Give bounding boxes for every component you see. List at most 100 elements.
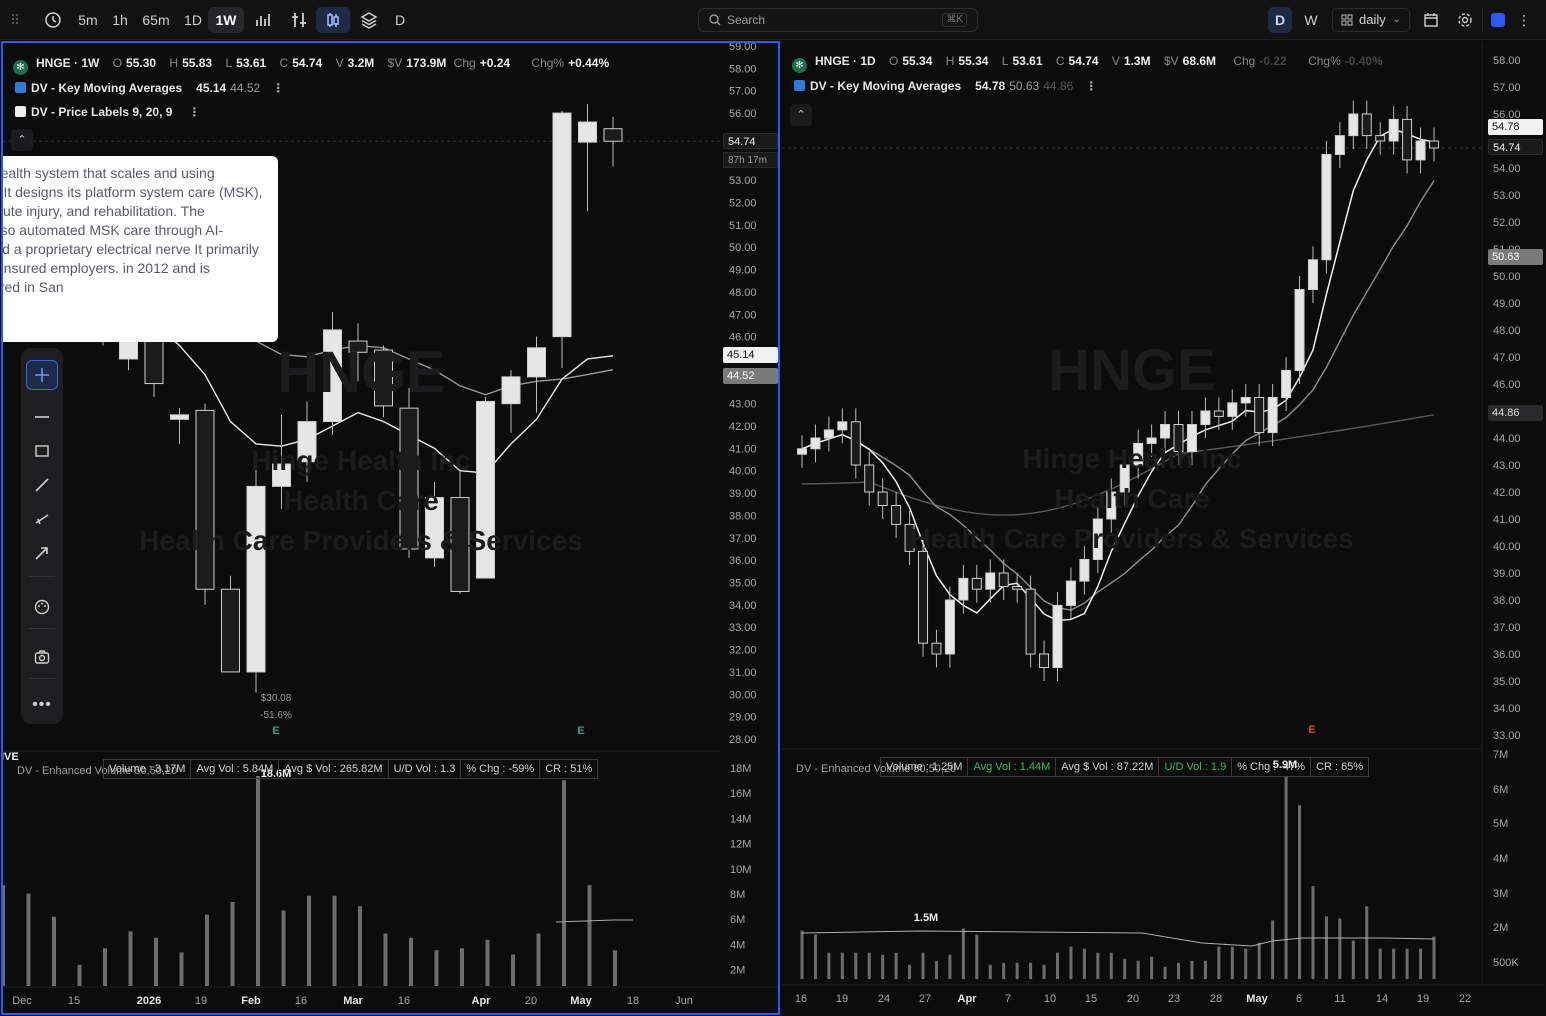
collapse-legend-icon[interactable]: ⌃ xyxy=(11,129,33,151)
volume-bar xyxy=(52,916,56,986)
interval-1h[interactable]: 1h xyxy=(106,7,134,33)
date-axis-label: Dec xyxy=(12,995,32,1007)
period-w-button[interactable]: W xyxy=(1300,7,1322,33)
price-axis-label: 29.00 xyxy=(729,712,757,724)
volume-bar xyxy=(961,928,965,979)
volume-bar xyxy=(613,950,617,986)
price-axis-label: 36.00 xyxy=(1493,649,1521,661)
avg-volume-line xyxy=(555,919,633,923)
company-description-text: building a health system that scales and… xyxy=(3,165,263,295)
company-description-popup: building a health system that scales and… xyxy=(3,156,278,342)
compare-icon[interactable] xyxy=(286,7,312,33)
gear-icon[interactable] xyxy=(1454,7,1476,33)
interval-65m[interactable]: 65m xyxy=(138,7,174,33)
interval-1d[interactable]: 1D xyxy=(178,7,208,33)
price-axis-label: 34.00 xyxy=(1493,703,1521,715)
more-menu-icon[interactable]: ⋮ xyxy=(1514,7,1534,33)
volume-axis-label: 7M xyxy=(1493,749,1508,761)
price-axis-label: 34.00 xyxy=(729,600,757,612)
earnings-marker: E xyxy=(577,725,584,737)
volume-bar xyxy=(1217,946,1221,979)
bar-chart-icon[interactable] xyxy=(250,7,276,33)
palette-icon[interactable] xyxy=(26,592,58,622)
volume-bar xyxy=(1284,777,1288,979)
volume-bar xyxy=(894,952,898,979)
earnings-marker: E xyxy=(272,725,279,737)
clock-icon[interactable] xyxy=(40,7,66,33)
indicator-menu-icon[interactable]: ⋮ xyxy=(272,81,284,95)
symbol-d-button[interactable]: D xyxy=(390,7,410,33)
camera-icon[interactable] xyxy=(26,642,58,672)
date-axis-label: 20 xyxy=(1127,993,1139,1005)
rectangle-tool-icon[interactable] xyxy=(26,436,58,466)
color-swatch-icon[interactable] xyxy=(1488,7,1508,33)
horizontal-line-tool-icon[interactable] xyxy=(26,402,58,432)
company-logo-icon: ✻ xyxy=(792,58,807,73)
candle-body xyxy=(552,112,572,338)
layers-icon[interactable] xyxy=(356,7,382,33)
arrow-tool-icon[interactable] xyxy=(26,538,58,568)
volume-axis-label: 4M xyxy=(1493,853,1508,865)
search-input[interactable]: Search ⌘K xyxy=(698,8,978,32)
date-axis-label: 16 xyxy=(295,995,307,1007)
indicator-key-moving-averages[interactable]: DV - Key Moving Averages 54.78 50.63 44.86 ⋮ xyxy=(794,79,1097,93)
price-axis-label: 52.00 xyxy=(1493,217,1521,229)
volume-bar xyxy=(1324,916,1328,979)
date-axis-label: Apr xyxy=(472,995,492,1007)
volume-low-label: 1.5M xyxy=(914,912,938,924)
legend-symbol[interactable]: HNGE · 1D xyxy=(815,54,876,68)
candle-body xyxy=(1375,135,1386,142)
candle-body xyxy=(797,448,807,455)
calendar-icon[interactable] xyxy=(1420,7,1442,33)
date-axis-label: 23 xyxy=(1168,993,1180,1005)
collapse-legend-icon[interactable]: ⌃ xyxy=(790,104,812,126)
watermark-sector: Health Care xyxy=(283,485,439,516)
volume-bar xyxy=(307,895,311,986)
date-axis-label: 16 xyxy=(398,995,410,1007)
indicator-price-labels[interactable]: DV - Price Labels 9, 20, 9 ⋮ xyxy=(15,105,200,119)
volume-bar xyxy=(1244,948,1248,979)
search-placeholder: Search xyxy=(727,13,766,27)
price-axis-label: 36.00 xyxy=(729,555,757,567)
volume-bar xyxy=(434,950,439,986)
last-price-badge: 54.74 xyxy=(723,133,778,149)
price-axis-label: 35.00 xyxy=(1493,676,1521,688)
layout-select[interactable]: daily ⌄ xyxy=(1332,8,1410,32)
ray-tool-icon[interactable] xyxy=(26,504,58,534)
date-axis-label: 24 xyxy=(878,993,890,1005)
date-axis-label: 18 xyxy=(627,995,639,1007)
volume-axis-label: 18M xyxy=(730,763,751,775)
indicator-menu-icon[interactable]: ⋮ xyxy=(1085,79,1097,93)
price-axis-label: 48.00 xyxy=(729,287,757,299)
price-axis-label: 46.00 xyxy=(729,332,757,344)
crosshair-tool-icon[interactable] xyxy=(26,360,58,390)
volume-bar xyxy=(485,939,490,986)
interval-5m[interactable]: 5m xyxy=(72,7,104,33)
volume-bar xyxy=(1042,964,1046,979)
legend-symbol[interactable]: HNGE · 1W xyxy=(36,56,99,70)
more-tools-icon[interactable]: ••• xyxy=(26,690,58,720)
volume-axis-label: 2M xyxy=(730,965,745,977)
chart-pane-daily[interactable]: 58.0057.0056.0054.0053.0052.0051.0050.00… xyxy=(782,41,1545,1015)
price-axis-label: 40.00 xyxy=(729,466,757,478)
price-axis-label: 41.00 xyxy=(1493,514,1521,526)
date-axis-label: 15 xyxy=(1085,993,1097,1005)
volume-bar xyxy=(854,952,858,979)
candle-body xyxy=(985,572,996,590)
indicators-icon[interactable] xyxy=(316,7,350,33)
indicator-menu-icon[interactable]: ⋮ xyxy=(188,105,200,119)
candle-body xyxy=(1321,154,1332,261)
volume-bar xyxy=(1298,805,1302,979)
price-axis-label: 30.00 xyxy=(729,689,757,701)
ma-fast-badge: 54.78 xyxy=(1488,119,1543,135)
candle-body xyxy=(864,464,875,493)
period-d-button[interactable]: D xyxy=(1268,7,1292,33)
interval-1w[interactable]: 1W xyxy=(208,7,244,33)
chart-pane-weekly[interactable]: 59.00 58.00 57.00 56.00 53.00 52.00 51.00 50.00… xyxy=(1,41,780,1015)
trendline-tool-icon[interactable] xyxy=(26,470,58,500)
date-axis-label: 15 xyxy=(68,995,80,1007)
price-axis-label: 58.00 xyxy=(1493,55,1521,67)
volume-bar xyxy=(1002,962,1006,979)
drag-handle-icon[interactable]: ⠿ xyxy=(6,7,24,33)
indicator-key-moving-averages[interactable]: DV - Key Moving Averages 45.14 44.52 ⋮ xyxy=(15,81,284,95)
